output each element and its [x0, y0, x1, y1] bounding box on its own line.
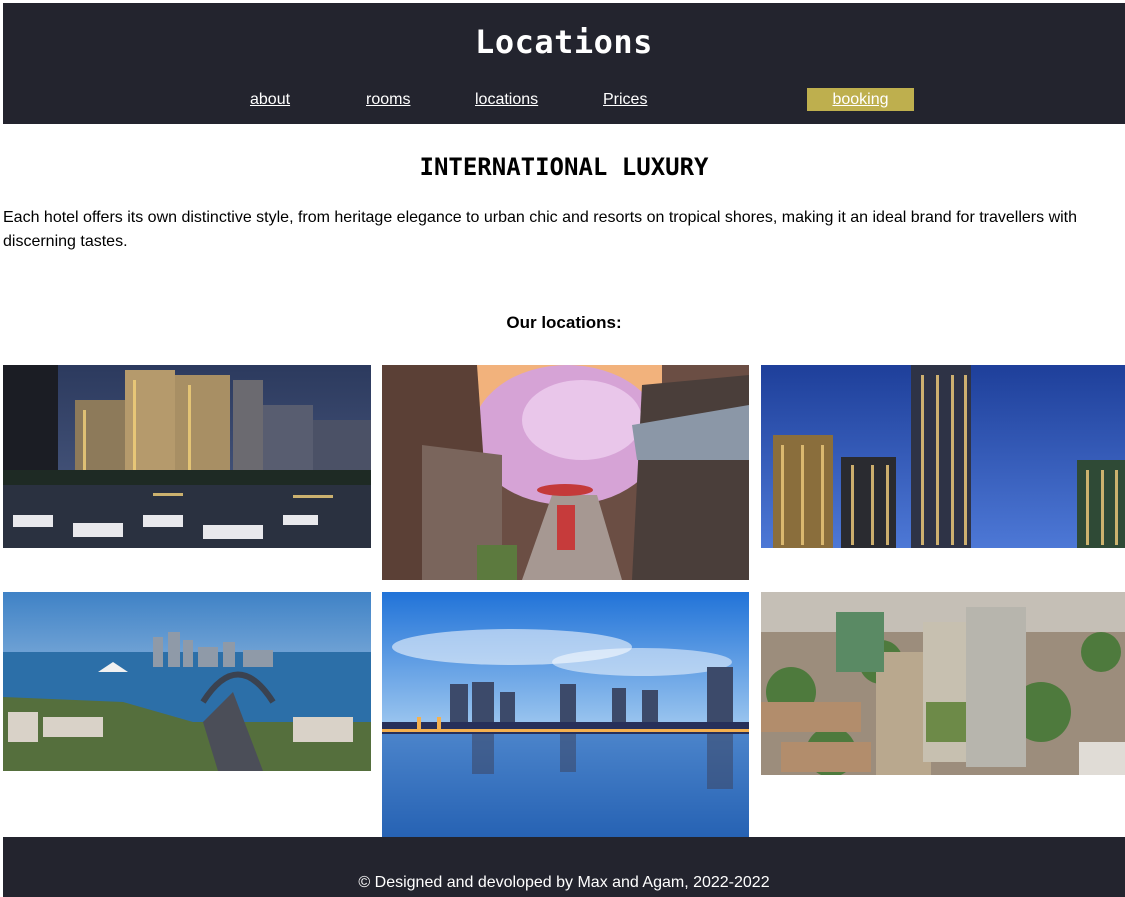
intro-text: Each hotel offers its own distinctive st…: [3, 209, 1078, 250]
site-footer: © Designed and devoloped by Max and Agam…: [3, 837, 1125, 897]
skyscrapers-image: [761, 365, 1125, 548]
location-photo-skyline[interactable]: [382, 592, 749, 837]
locations-subheading: Our locations:: [506, 313, 622, 332]
nav-link-rooms[interactable]: rooms: [366, 91, 410, 109]
marina-image: [3, 365, 371, 548]
location-photo-sydney[interactable]: [3, 592, 371, 771]
nav-link-locations[interactable]: locations: [475, 91, 538, 109]
location-photo-skyscrapers[interactable]: [761, 365, 1125, 548]
skyline-image: [382, 592, 749, 837]
nav-link-about[interactable]: about: [250, 91, 290, 109]
site-header: Locations about rooms locations Prices b…: [3, 3, 1125, 124]
page: Locations about rooms locations Prices b…: [3, 3, 1125, 897]
site-title: Locations: [475, 23, 653, 61]
booking-button[interactable]: booking: [807, 88, 914, 111]
copyright-text: © Designed and devoloped by Max and Agam…: [358, 874, 770, 891]
page-heading: INTERNATIONAL LUXURY: [419, 153, 709, 181]
location-photo-kyoto[interactable]: [382, 365, 749, 580]
sydney-image: [3, 592, 371, 771]
aerial-city-image: [761, 592, 1125, 775]
kyoto-image: [382, 365, 749, 580]
location-photo-marina[interactable]: [3, 365, 371, 548]
nav-link-prices[interactable]: Prices: [603, 91, 647, 109]
location-photo-aerial-city[interactable]: [761, 592, 1125, 775]
